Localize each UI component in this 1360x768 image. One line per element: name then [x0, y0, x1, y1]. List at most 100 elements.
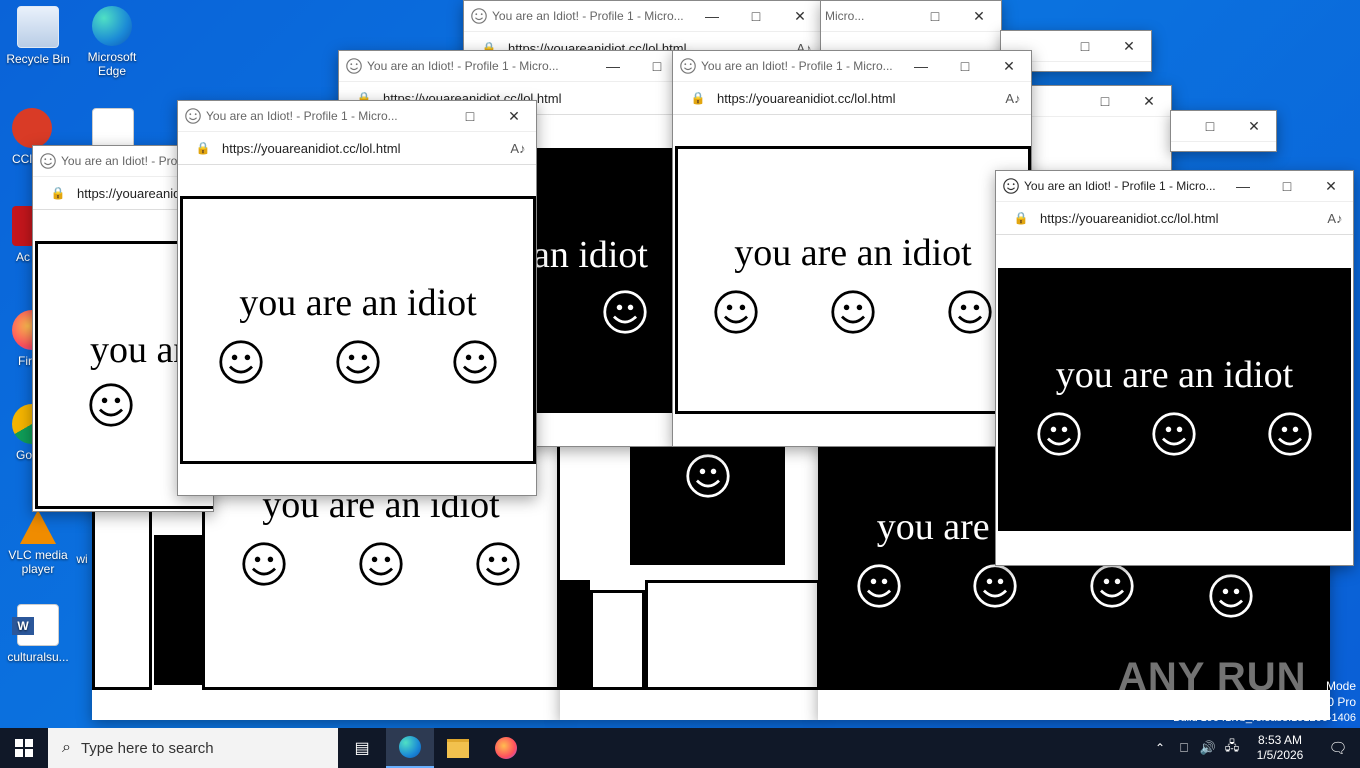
smiley-tab-icon	[346, 58, 362, 74]
browser-window-back-4[interactable]: □ ✕	[1030, 85, 1172, 177]
read-aloud-icon[interactable]: A♪	[995, 91, 1031, 106]
recycle-bin[interactable]: Recycle Bin	[0, 6, 76, 66]
smiley-icon	[714, 290, 758, 334]
title-bar[interactable]: You are an Idiot! - Profile 1 - Micro...…	[996, 171, 1353, 202]
maximize-button[interactable]: □	[734, 8, 778, 24]
smiley-icon	[1037, 412, 1081, 456]
smiley-icon	[857, 564, 901, 608]
idiot-page	[560, 580, 590, 690]
microsoft-edge-shortcut[interactable]: Microsoft Edge	[74, 6, 150, 78]
smiley-tab-icon	[471, 8, 487, 24]
search-placeholder: Type here to search	[80, 739, 214, 757]
maximize-button[interactable]: □	[1063, 38, 1107, 54]
taskbar-firefox[interactable]	[482, 728, 530, 768]
smiley-icon	[948, 290, 992, 334]
title-bar[interactable]: You are an Idiot! - Profile 1 - Micro...…	[673, 51, 1031, 82]
title-bar[interactable]: You are an Idiot! - Profile 1 - Micro...…	[178, 101, 536, 132]
notifications-button[interactable]: 🗨	[1316, 728, 1360, 768]
close-button[interactable]: ✕	[1232, 118, 1276, 135]
read-aloud-icon[interactable]: A♪	[500, 141, 536, 156]
notification-icon: 🗨	[1328, 740, 1348, 757]
vlc-shortcut[interactable]: VLC media player	[0, 510, 76, 576]
window-title: You are an Idiot! - Profile 1 - Micro...	[367, 59, 559, 73]
maximize-button[interactable]: □	[1083, 93, 1127, 109]
device-icon: ⎕	[1180, 740, 1188, 755]
url-text[interactable]: https://youareanidiot.cc/lol.html	[709, 91, 995, 106]
show-hidden-icons-button[interactable]: ⌃	[1148, 728, 1172, 768]
browser-window-front-right[interactable]: You are an Idiot! - Profile 1 - Micro...…	[995, 170, 1354, 566]
window-title: You are an Idiot! - Profile 1 - Micro...	[206, 109, 398, 123]
close-button[interactable]: ✕	[1127, 93, 1171, 110]
tray-device-button[interactable]: ⎕	[1172, 728, 1196, 768]
smiley-tab-icon	[680, 58, 696, 74]
sysinfo-line: 0 Pro	[1327, 695, 1356, 709]
smiley-tab-icon	[185, 108, 201, 124]
smiley-row	[821, 563, 1170, 609]
start-button[interactable]	[0, 728, 48, 768]
maximize-button[interactable]: □	[913, 8, 957, 24]
clock[interactable]: 8:53 AM 1/5/2026	[1244, 728, 1316, 768]
title-bar[interactable]: Micro... □ ✕	[821, 1, 1001, 32]
edge-icon	[399, 736, 421, 758]
close-button[interactable]: ✕	[987, 58, 1031, 75]
url-text[interactable]: https://youareanidiot.cc/lol.html	[1032, 211, 1317, 226]
title-bar[interactable]: □ ✕	[1171, 111, 1276, 142]
edge-icon	[92, 6, 132, 46]
minimize-button[interactable]: —	[1221, 178, 1265, 194]
lock-icon: 🔒	[50, 186, 66, 200]
close-button[interactable]: ✕	[957, 8, 1001, 25]
smiley-icon	[336, 340, 380, 384]
address-bar[interactable]: 🔒 https://youareanidiot.cc/lol.html A♪	[996, 202, 1353, 235]
idiot-text: you are an idiot	[1055, 354, 1294, 396]
address-bar[interactable]: 🔒 https://youareanidiot.cc/lol.html A♪	[178, 132, 536, 165]
search-icon: ⌕	[62, 739, 71, 756]
smiley-icon	[476, 542, 520, 586]
minimize-button[interactable]: —	[899, 58, 943, 74]
idiot-page: you are an idiot	[998, 268, 1351, 531]
task-view-icon: ▤	[354, 740, 370, 757]
maximize-button[interactable]: □	[1265, 178, 1309, 194]
window-title: You are an Idiot! - Profile 1 - Micro...	[1024, 179, 1216, 193]
desktop: Recycle Bin Microsoft Edge CCl Ac Ac Fir…	[0, 0, 1360, 728]
maximize-button[interactable]: □	[1188, 118, 1232, 134]
volume-button[interactable]: 🔊	[1196, 728, 1220, 768]
close-button[interactable]: ✕	[1107, 38, 1151, 55]
word-doc-label: culturalsu...	[7, 650, 69, 664]
vlc-icon	[20, 510, 56, 544]
address-bar[interactable]: 🔒 https://youareanidiot.cc/lol.html A♪	[673, 82, 1031, 115]
browser-window-bottom-mid[interactable]	[560, 440, 820, 720]
smiley-icon	[359, 542, 403, 586]
word-doc-shortcut[interactable]: W culturalsu...	[0, 604, 76, 664]
smiley-icon	[1152, 412, 1197, 456]
idiot-page	[630, 440, 785, 565]
browser-window-center-right[interactable]: You are an Idiot! - Profile 1 - Micro...…	[672, 50, 1032, 447]
maximize-button[interactable]: □	[943, 58, 987, 74]
close-button[interactable]: ✕	[778, 8, 822, 25]
minimize-button[interactable]: —	[690, 8, 734, 24]
title-bar[interactable]: You are an Idiot! - Profile 1 - Micro...…	[339, 51, 679, 82]
network-button[interactable]: 🖧	[1220, 728, 1244, 768]
title-bar[interactable]: You are an Idiot! - Profile 1 - Micro...…	[464, 1, 822, 32]
search-box[interactable]: ⌕ Type here to search	[48, 728, 338, 768]
windows-build-info: Mode 0 Pro Build 19041.vb_release.191206…	[1173, 678, 1356, 726]
close-button[interactable]: ✕	[492, 108, 536, 125]
browser-window-front-left[interactable]: You are an Idiot! - Profile 1 - Micro...…	[177, 100, 537, 496]
task-view-button[interactable]: ▤	[338, 728, 386, 768]
maximize-button[interactable]: □	[448, 108, 492, 124]
firefox-label: Fir	[18, 354, 32, 368]
smiley-tab-icon	[1003, 178, 1019, 194]
minimize-button[interactable]: —	[591, 58, 635, 74]
smiley-row	[1001, 411, 1348, 457]
smiley-icon	[831, 290, 875, 334]
idiot-page: you are an idiot	[180, 196, 536, 464]
url-text[interactable]: https://youareanidiot.cc/lol.html	[214, 141, 500, 156]
taskbar-file-explorer[interactable]	[434, 728, 482, 768]
browser-window-back-5[interactable]: □ ✕	[1170, 110, 1277, 152]
lock-icon: 🔒	[195, 141, 211, 155]
smiley-icon	[1268, 412, 1312, 456]
taskbar-edge[interactable]	[386, 728, 434, 768]
read-aloud-icon[interactable]: A♪	[1317, 211, 1353, 226]
close-button[interactable]: ✕	[1309, 178, 1353, 195]
smiley-icon	[89, 383, 133, 427]
title-bar[interactable]: □ ✕	[1031, 86, 1171, 117]
